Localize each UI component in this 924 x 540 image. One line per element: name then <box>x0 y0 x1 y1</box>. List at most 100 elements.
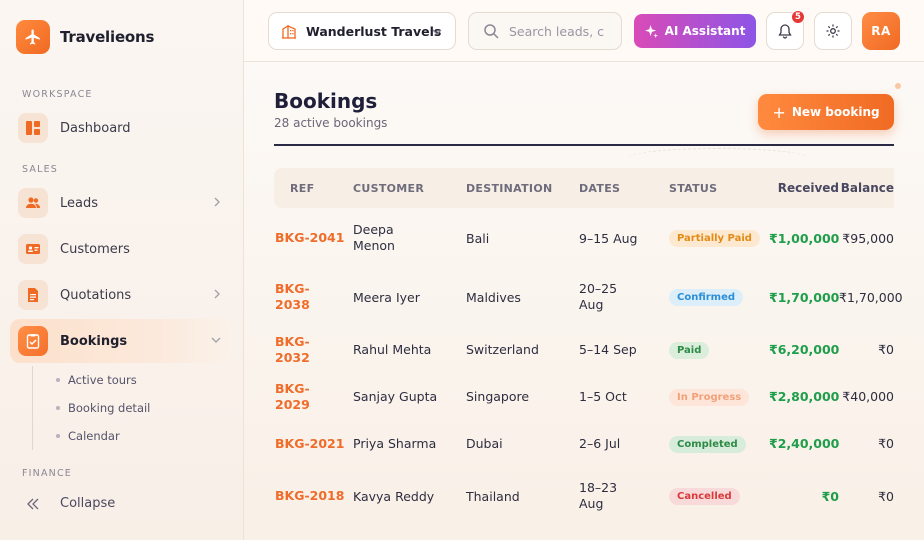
brand[interactable]: Travelieons <box>16 20 154 54</box>
destination: Thailand <box>466 488 520 504</box>
section-label-workspace: WORKSPACE <box>22 89 93 100</box>
table-header-row: REF CUSTOMER DESTINATION DATES STATUS Re… <box>274 168 894 208</box>
table-row[interactable]: BKG-2032 Rahul Mehta Switzerland 5–14 Se… <box>274 326 894 373</box>
status-badge: Completed <box>669 435 746 453</box>
gear-icon <box>826 24 840 38</box>
search-input[interactable] <box>509 23 609 39</box>
column-header-status[interactable]: STATUS <box>669 168 769 208</box>
booking-ref-link[interactable]: BKG-2021 <box>274 420 353 467</box>
booking-ref-link[interactable]: BKG-2018 <box>274 467 353 525</box>
chevron-down-icon <box>432 29 442 35</box>
bell-icon <box>778 24 792 39</box>
sidebar-item-label: Bookings <box>60 333 128 349</box>
column-header-received[interactable]: Received <box>769 168 839 208</box>
main-content: Bookings 28 active bookings + New bookin… <box>244 62 924 540</box>
destination: Bali <box>466 230 490 246</box>
org-switcher[interactable]: Wanderlust Travels <box>268 12 456 50</box>
destination: Maldives <box>466 289 521 305</box>
sidebar-item-quotations[interactable]: Quotations <box>10 273 232 317</box>
topbar: Wanderlust Travels AI Assistant 5 RA <box>244 0 924 62</box>
received-amount: ₹1,00,000 <box>769 230 840 246</box>
customer-name: Deepa Menon <box>353 222 395 253</box>
balance-amount: ₹0 <box>878 342 894 357</box>
balance-amount: ₹95,000 <box>842 230 894 246</box>
building-icon <box>282 24 296 39</box>
app-name: Travelieons <box>60 28 155 46</box>
dates: 20–25 Aug <box>579 281 618 312</box>
column-header-customer[interactable]: CUSTOMER <box>353 168 466 208</box>
table-row[interactable]: BKG-2038 Meera Iyer Maldives 20–25 Aug C… <box>274 268 903 326</box>
plus-icon: + <box>772 102 786 122</box>
ai-assistant-button[interactable]: AI Assistant <box>634 14 756 48</box>
table-row[interactable]: BKG-2018 Kavya Reddy Thailand 18–23 Aug … <box>274 467 894 525</box>
document-icon <box>18 280 48 310</box>
dates: 2–6 Jul <box>579 436 621 451</box>
customer-name: Kavya Reddy <box>353 488 435 504</box>
page-subtitle: 28 active bookings <box>274 116 388 130</box>
sparkle-icon <box>644 24 658 38</box>
customer-name: Rahul Mehta <box>353 342 432 357</box>
sidebar: Travelieons WORKSPACE Dashboard SALES Le… <box>0 0 244 540</box>
customer-name: Sanjay Gupta <box>353 389 438 404</box>
status-badge: Confirmed <box>669 289 744 306</box>
users-icon <box>18 188 48 218</box>
received-amount: ₹0 <box>821 488 839 504</box>
bookings-subnav: Active tours Booking detail Calendar <box>32 366 232 450</box>
decorative-dot <box>895 83 901 89</box>
bullet-icon <box>56 406 60 410</box>
dates: 5–14 Sep <box>579 342 637 357</box>
table-row[interactable]: BKG-2021 Priya Sharma Dubai 2–6 Jul Comp… <box>274 420 894 467</box>
section-label-sales: SALES <box>22 164 59 175</box>
new-booking-button[interactable]: + New booking <box>758 94 894 130</box>
avatar[interactable]: RA <box>862 12 900 50</box>
customer-name: Meera Iyer <box>353 289 420 305</box>
subnav-item-calendar[interactable]: Calendar <box>33 422 232 450</box>
subnav-item-booking-detail[interactable]: Booking detail <box>33 394 232 422</box>
booking-ref-link[interactable]: BKG-2038 <box>274 268 353 326</box>
column-header-ref[interactable]: REF <box>274 168 353 208</box>
collapse-button[interactable]: Collapse <box>26 496 115 511</box>
dates: 1–5 Oct <box>579 389 627 404</box>
balance-amount: ₹40,000 <box>842 389 894 404</box>
search-icon <box>484 24 499 39</box>
sidebar-item-dashboard[interactable]: Dashboard <box>10 106 232 150</box>
column-header-dates[interactable]: DATES <box>579 168 669 208</box>
status-badge: Partially Paid <box>669 230 760 247</box>
dashboard-icon <box>18 113 48 143</box>
subnav-item-active-tours[interactable]: Active tours <box>33 366 232 394</box>
table-row[interactable]: BKG-2041 Deepa Menon Bali 9–15 Aug Parti… <box>274 208 894 268</box>
balance-amount: ₹0 <box>878 488 894 504</box>
column-header-destination[interactable]: DESTINATION <box>466 168 579 208</box>
decorative-arc <box>628 148 808 168</box>
balance-amount: ₹1,70,000 <box>839 289 903 305</box>
chevron-right-icon <box>214 289 220 299</box>
clipboard-check-icon <box>18 326 48 356</box>
balance-amount: ₹0 <box>878 436 894 451</box>
destination: Switzerland <box>466 342 539 357</box>
booking-ref-link[interactable]: BKG-2029 <box>274 373 353 420</box>
dates: 18–23 Aug <box>579 480 618 511</box>
page-title: Bookings <box>274 89 378 113</box>
double-chevron-left-icon <box>27 498 39 509</box>
sidebar-item-leads[interactable]: Leads <box>10 181 232 225</box>
destination: Dubai <box>466 436 503 451</box>
sidebar-item-customers[interactable]: Customers <box>10 227 232 271</box>
sidebar-item-bookings[interactable]: Bookings <box>10 319 232 363</box>
bookings-table: REF CUSTOMER DESTINATION DATES STATUS Re… <box>274 168 903 525</box>
column-header-balance[interactable]: Balance <box>839 168 894 208</box>
destination: Singapore <box>466 389 530 404</box>
sidebar-item-label: Customers <box>60 241 130 257</box>
settings-button[interactable] <box>814 12 852 50</box>
table-row[interactable]: BKG-2029 Sanjay Gupta Singapore 1–5 Oct … <box>274 373 894 420</box>
bullet-icon <box>56 378 60 382</box>
sidebar-item-label: Quotations <box>60 287 132 303</box>
chevron-down-icon <box>211 337 221 343</box>
dates: 9–15 Aug <box>579 230 638 246</box>
received-amount: ₹6,20,000 <box>769 342 840 357</box>
booking-ref-link[interactable]: BKG-2032 <box>274 326 353 373</box>
notification-badge: 5 <box>791 10 805 24</box>
notifications-button[interactable]: 5 <box>766 10 805 50</box>
sidebar-item-label: Dashboard <box>60 120 131 136</box>
booking-ref-link[interactable]: BKG-2041 <box>274 208 353 268</box>
received-amount: ₹2,80,000 <box>769 389 840 404</box>
